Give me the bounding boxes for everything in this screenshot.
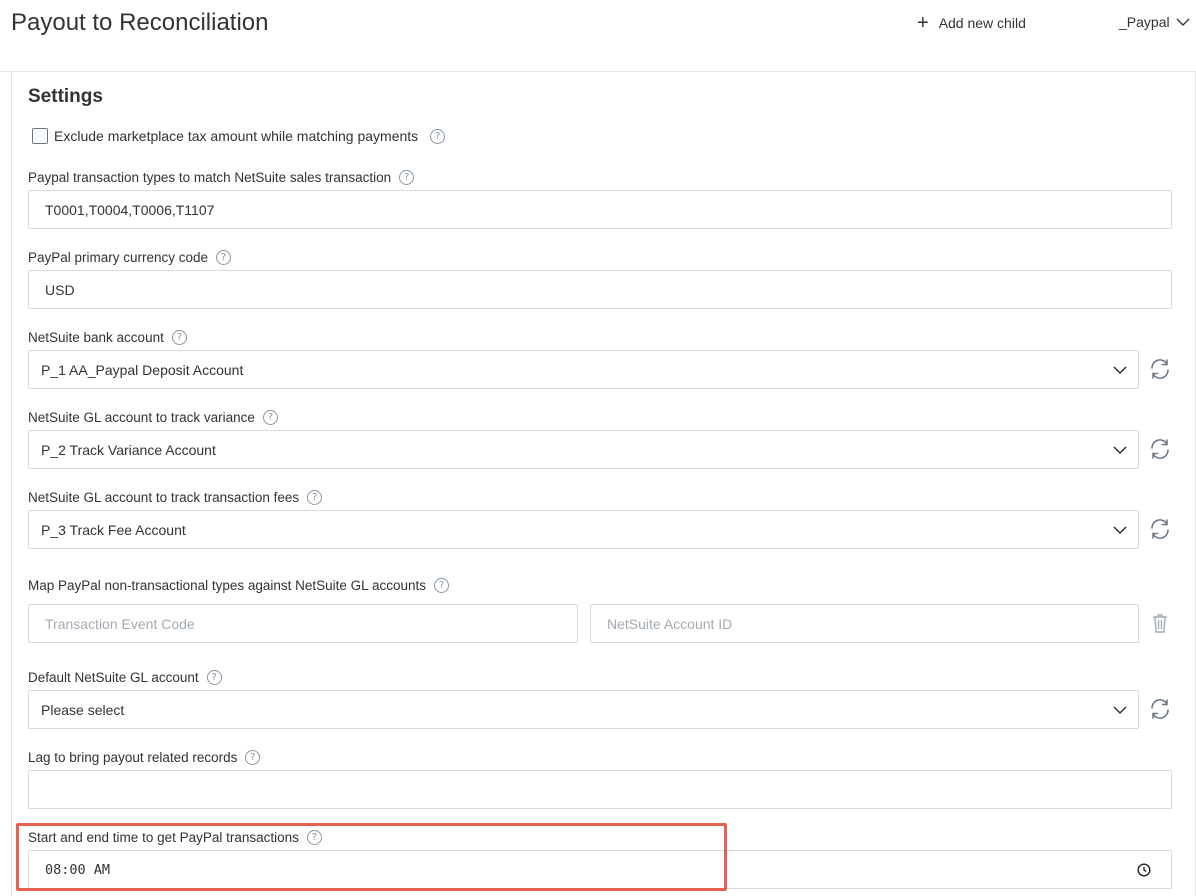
add-new-child-label: Add new child [938,15,1026,31]
help-icon[interactable]: ? [433,578,449,593]
default-account-select[interactable]: Please select [28,690,1139,729]
default-account-value: Please select [41,701,125,718]
account-id-input[interactable]: NetSuite Account ID [590,604,1139,643]
variance-account-select[interactable]: P_2 Track Variance Account [28,430,1139,469]
fee-account-value: P_3 Track Fee Account [41,521,186,538]
default-account-label-row: Default NetSuite GL account ? [28,670,222,685]
refresh-icon[interactable] [1148,437,1172,461]
time-range-input[interactable]: 08:00 AM [28,850,1172,889]
fee-account-label-row: NetSuite GL account to track transaction… [28,490,323,505]
page-title: Payout to Reconciliation [11,9,269,36]
chevron-down-icon [1113,445,1127,454]
bank-account-label-row: NetSuite bank account ? [28,330,187,345]
currency-input[interactable]: USD [28,270,1172,309]
add-new-child-button[interactable]: + Add new child [917,12,1026,34]
txn-types-input[interactable]: T0001,T0004,T0006,T1107 [28,190,1172,229]
event-code-input[interactable]: Transaction Event Code [28,604,578,643]
refresh-icon[interactable] [1148,357,1172,381]
refresh-icon[interactable] [1148,697,1172,721]
refresh-icon[interactable] [1148,517,1172,541]
help-icon[interactable]: ? [306,830,322,845]
chevron-down-icon [1113,365,1127,374]
help-icon[interactable]: ? [206,670,222,685]
help-icon[interactable]: ? [245,750,261,765]
lag-label-row: Lag to bring payout related records ? [28,750,261,765]
map-types-label: Map PayPal non-transactional types again… [28,578,426,593]
bank-account-value: P_1 AA_Paypal Deposit Account [41,361,244,378]
map-types-label-row: Map PayPal non-transactional types again… [28,578,449,593]
exclude-tax-row: Exclude marketplace tax amount while mat… [32,128,446,144]
txn-types-value: T0001,T0004,T0006,T1107 [45,201,215,218]
fee-account-label: NetSuite GL account to track transaction… [28,490,300,505]
variance-account-label-row: NetSuite GL account to track variance ? [28,410,278,425]
time-range-value: 08:00 AM [45,861,111,878]
help-icon[interactable]: ? [307,490,323,505]
plus-icon: + [917,12,929,34]
help-icon[interactable]: ? [262,410,278,425]
variance-account-value: P_2 Track Variance Account [41,441,216,458]
currency-value: USD [45,281,75,298]
store-selector[interactable]: _Paypal [1119,14,1190,30]
currency-label: PayPal primary currency code [28,250,209,265]
lag-input[interactable] [28,770,1172,809]
exclude-tax-label: Exclude marketplace tax amount while mat… [54,128,419,144]
settings-heading: Settings [28,86,103,107]
bank-account-select[interactable]: P_1 AA_Paypal Deposit Account [28,350,1139,389]
chevron-down-icon [1176,18,1190,26]
help-icon[interactable]: ? [171,330,187,345]
trash-icon[interactable] [1150,612,1170,634]
bank-account-label: NetSuite bank account [28,330,164,345]
chevron-down-icon [1113,525,1127,534]
account-id-placeholder: NetSuite Account ID [607,615,733,632]
event-code-placeholder: Transaction Event Code [45,615,195,632]
txn-types-label: Paypal transaction types to match NetSui… [28,170,392,185]
chevron-down-icon [1113,705,1127,714]
lag-label: Lag to bring payout related records [28,750,238,765]
page-header: Payout to Reconciliation + Add new child… [0,0,1196,72]
currency-label-row: PayPal primary currency code ? [28,250,232,265]
variance-account-label: NetSuite GL account to track variance [28,410,255,425]
fee-account-select[interactable]: P_3 Track Fee Account [28,510,1139,549]
exclude-tax-checkbox[interactable] [32,128,48,144]
help-icon[interactable]: ? [430,128,446,144]
store-selector-label: _Paypal [1119,14,1170,30]
help-icon[interactable]: ? [216,250,232,265]
default-account-label: Default NetSuite GL account [28,670,199,685]
time-range-label: Start and end time to get PayPal transac… [28,830,299,845]
help-icon[interactable]: ? [399,170,415,185]
clock-icon[interactable] [1137,862,1151,877]
time-range-label-row: Start and end time to get PayPal transac… [28,830,322,845]
txn-types-label-row: Paypal transaction types to match NetSui… [28,170,415,185]
